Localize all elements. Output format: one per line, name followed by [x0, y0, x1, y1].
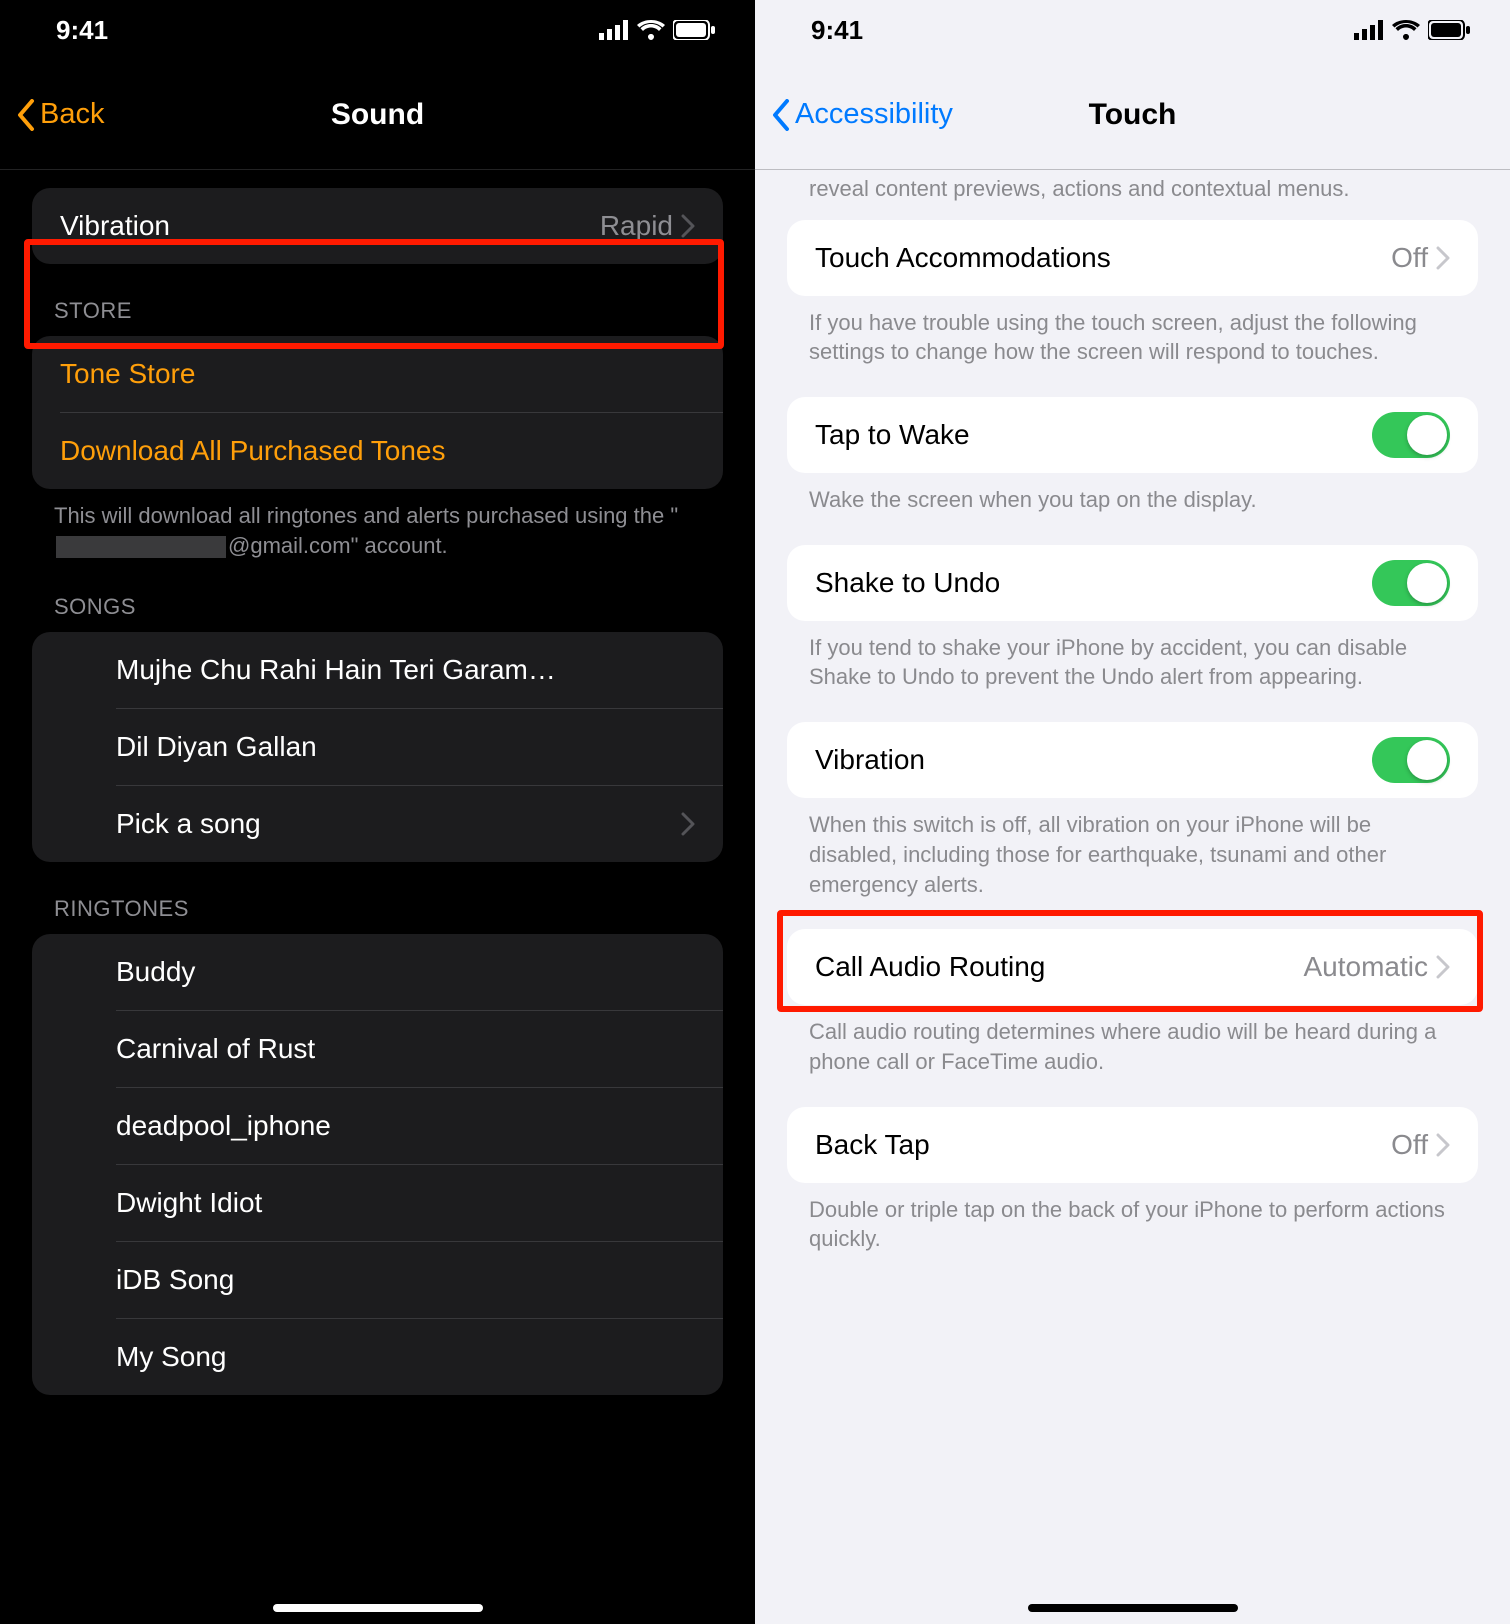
shake-footer: If you tend to shake your iPhone by acci…	[787, 621, 1478, 692]
nav-bar: Back Sound	[0, 60, 755, 170]
vibration-value: Rapid	[600, 210, 673, 242]
ringtones-group: Buddy Carnival of Rust deadpool_iphone D…	[32, 934, 723, 1395]
tap-to-wake-row[interactable]: Tap to Wake	[787, 397, 1478, 473]
back-label: Back	[40, 98, 104, 131]
store-header: STORE	[32, 264, 723, 336]
songs-header: SONGS	[32, 560, 723, 632]
redacted-email	[56, 536, 226, 558]
status-bar: 9:41	[755, 0, 1510, 60]
vibration-toggle[interactable]	[1372, 737, 1450, 783]
right-phone-touch-settings: 9:41 Accessibility Touch reveal content …	[755, 0, 1510, 1624]
home-indicator	[1028, 1604, 1238, 1612]
peek-footer: reveal content previews, actions and con…	[787, 170, 1478, 220]
status-indicators	[1354, 20, 1470, 40]
chevron-right-icon	[681, 214, 695, 238]
song-row[interactable]: Dil Diyan Gallan	[32, 709, 723, 785]
back-label: Accessibility	[795, 98, 953, 131]
chevron-left-icon	[16, 99, 36, 131]
back-button[interactable]: Accessibility	[763, 90, 961, 139]
status-bar: 9:41	[0, 0, 755, 60]
status-time: 9:41	[811, 15, 863, 46]
ringtone-row[interactable]: deadpool_iphone	[32, 1088, 723, 1164]
vibration-row[interactable]: Vibration	[787, 722, 1478, 798]
store-group: Tone Store Download All Purchased Tones	[32, 336, 723, 489]
pick-song-row[interactable]: Pick a song	[32, 786, 723, 862]
ringtones-header: RINGTONES	[32, 862, 723, 934]
vibration-footer: When this switch is off, all vibration o…	[787, 798, 1478, 899]
wifi-icon	[1392, 20, 1420, 40]
back-tap-row[interactable]: Back Tap Off	[787, 1107, 1478, 1183]
tap-to-wake-toggle[interactable]	[1372, 412, 1450, 458]
ringtone-row[interactable]: My Song	[32, 1319, 723, 1395]
shake-to-undo-row[interactable]: Shake to Undo	[787, 545, 1478, 621]
chevron-left-icon	[771, 99, 791, 131]
wifi-icon	[637, 20, 665, 40]
tap-wake-footer: Wake the screen when you tap on the disp…	[787, 473, 1478, 515]
songs-group: Mujhe Chu Rahi Hain Teri Garam… Dil Diya…	[32, 632, 723, 862]
chevron-right-icon	[681, 812, 695, 836]
chevron-right-icon	[1436, 246, 1450, 270]
cellular-icon	[599, 20, 629, 40]
call-audio-footer: Call audio routing determines where audi…	[787, 1005, 1478, 1076]
ringtone-row[interactable]: Dwight Idiot	[32, 1165, 723, 1241]
ringtone-row[interactable]: Buddy	[32, 934, 723, 1010]
store-footer: This will download all ringtones and ale…	[32, 489, 723, 560]
vibration-label: Vibration	[60, 210, 600, 242]
touch-accom-footer: If you have trouble using the touch scre…	[787, 296, 1478, 367]
touch-accommodations-row[interactable]: Touch Accommodations Off	[787, 220, 1478, 296]
cellular-icon	[1354, 20, 1384, 40]
download-all-tones-row[interactable]: Download All Purchased Tones	[32, 413, 723, 489]
battery-icon	[1428, 20, 1470, 40]
ringtone-row[interactable]: iDB Song	[32, 1242, 723, 1318]
shake-toggle[interactable]	[1372, 560, 1450, 606]
back-tap-footer: Double or triple tap on the back of your…	[787, 1183, 1478, 1254]
status-indicators	[599, 20, 715, 40]
tone-store-row[interactable]: Tone Store	[32, 336, 723, 412]
vibration-group: Vibration Rapid	[32, 188, 723, 264]
back-button[interactable]: Back	[8, 90, 112, 139]
chevron-right-icon	[1436, 1133, 1450, 1157]
page-title: Sound	[0, 98, 755, 132]
left-phone-sound-settings: 9:41 Back Sound Vibration Rapid	[0, 0, 755, 1624]
ringtone-row[interactable]: Carnival of Rust	[32, 1011, 723, 1087]
chevron-right-icon	[1436, 955, 1450, 979]
status-time: 9:41	[56, 15, 108, 46]
nav-bar: Accessibility Touch	[755, 60, 1510, 170]
vibration-row[interactable]: Vibration Rapid	[32, 188, 723, 264]
home-indicator	[273, 1604, 483, 1612]
battery-icon	[673, 20, 715, 40]
song-row[interactable]: Mujhe Chu Rahi Hain Teri Garam…	[32, 632, 723, 708]
call-audio-routing-row[interactable]: Call Audio Routing Automatic	[787, 929, 1478, 1005]
